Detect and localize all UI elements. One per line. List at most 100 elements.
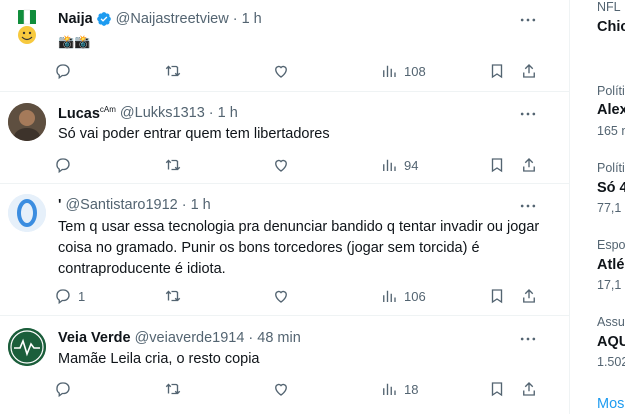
- heart-icon: [275, 65, 287, 78]
- trend-title[interactable]: Alex: [597, 102, 625, 118]
- tweet[interactable]: Naija @Naijastreetview · 1 h 📸📸 108: [0, 0, 570, 92]
- more-options-icon[interactable]: [518, 329, 538, 349]
- bookmark-button[interactable]: [488, 154, 506, 176]
- avatar[interactable]: [8, 194, 46, 232]
- trend-title[interactable]: AQU: [597, 334, 625, 350]
- like-button[interactable]: [272, 60, 290, 82]
- tweet-text: Só vai poder entrar quem tem libertadore…: [58, 126, 330, 142]
- trend-category: Políti: [597, 84, 625, 98]
- views-icon: [383, 290, 396, 302]
- share-button[interactable]: [520, 285, 538, 307]
- trend-post-count: 17,1: [597, 278, 622, 292]
- bookmark-button[interactable]: [488, 60, 506, 82]
- retweet-button[interactable]: [164, 60, 182, 82]
- author-handle[interactable]: @Naijastreetview: [116, 11, 229, 27]
- share-icon: [523, 64, 535, 78]
- bookmark-button[interactable]: [488, 285, 506, 307]
- reply-icon: [56, 158, 70, 174]
- show-more-link[interactable]: Mos: [597, 396, 624, 412]
- views-count: 108: [404, 63, 426, 79]
- author-handle[interactable]: @Lukks1313: [120, 105, 205, 121]
- share-icon: [523, 158, 535, 172]
- views-count: 106: [404, 288, 426, 304]
- bookmark-icon: [491, 289, 503, 304]
- retweet-icon: [165, 290, 181, 302]
- more-options-icon[interactable]: [518, 10, 538, 30]
- author-name[interactable]: Veia Verde: [58, 330, 131, 346]
- avatar[interactable]: [8, 328, 46, 366]
- author-handle[interactable]: @Santistaro1912: [65, 197, 177, 213]
- more-options-icon[interactable]: [518, 104, 538, 124]
- bookmark-icon: [491, 382, 503, 397]
- retweet-icon: [165, 65, 181, 77]
- bookmark-button[interactable]: [488, 378, 506, 400]
- reply-button[interactable]: [54, 154, 72, 176]
- bookmark-icon: [491, 64, 503, 79]
- trend-title[interactable]: Chic: [597, 19, 625, 35]
- author-name[interactable]: ': [58, 197, 61, 213]
- views-count: 94: [404, 157, 419, 173]
- trends-sidebar: NFL Chic Políti Alex 165 n Políti Só 4 7…: [583, 0, 625, 414]
- tweet-time[interactable]: 1 h: [242, 11, 262, 27]
- like-button[interactable]: [272, 285, 290, 307]
- tweet-text: Mamãe Leila cria, o resto copia: [58, 351, 260, 367]
- reply-icon: [56, 64, 70, 80]
- author-handle[interactable]: @veiaverde1914: [135, 330, 245, 346]
- tweet-text: 📸📸: [58, 34, 91, 49]
- share-icon: [523, 289, 535, 303]
- tweet-time[interactable]: 48 min: [257, 330, 301, 346]
- trend-title[interactable]: Só 4: [597, 180, 625, 196]
- timeline: Naija @Naijastreetview · 1 h 📸📸 108 Luca…: [0, 0, 570, 414]
- retweet-icon: [165, 383, 181, 395]
- like-button[interactable]: [272, 378, 290, 400]
- trend-post-count: 165 n: [597, 124, 625, 138]
- trend-category: Assu: [597, 315, 625, 329]
- retweet-button[interactable]: [164, 154, 182, 176]
- share-button[interactable]: [520, 154, 538, 176]
- author-name[interactable]: LucascAm: [58, 105, 116, 122]
- views-button[interactable]: 94: [380, 154, 418, 176]
- share-button[interactable]: [520, 378, 538, 400]
- reply-icon: [56, 289, 70, 305]
- heart-icon: [275, 159, 287, 172]
- views-button[interactable]: 18: [380, 378, 418, 400]
- tweet-time[interactable]: 1 h: [218, 105, 238, 121]
- views-button[interactable]: 108: [380, 60, 426, 82]
- views-icon: [383, 159, 396, 171]
- tweet[interactable]: ' @Santistaro1912 · 1 h Tem q usar essa …: [0, 184, 570, 316]
- tweet[interactable]: Veia Verde @veiaverde1914 · 48 min Mamãe…: [0, 316, 570, 414]
- heart-icon: [275, 290, 287, 303]
- reply-icon: [56, 382, 70, 398]
- trend-post-count: 77,1: [597, 201, 622, 215]
- author-name[interactable]: Naija: [58, 11, 93, 27]
- tweet-actions: 18: [54, 378, 544, 400]
- share-button[interactable]: [520, 60, 538, 82]
- tweet-actions: 108: [54, 60, 544, 82]
- reply-count: 1: [78, 288, 86, 304]
- views-button[interactable]: 106: [380, 285, 426, 307]
- tweet-actions: 94: [54, 154, 544, 176]
- trend-category: NFL: [597, 0, 621, 14]
- tweet[interactable]: LucascAm @Lukks1313 · 1 h Só vai poder e…: [0, 92, 570, 184]
- reply-button[interactable]: [54, 60, 72, 82]
- verified-badge-icon: [96, 12, 111, 26]
- trend-category: Espo: [597, 238, 625, 252]
- share-icon: [523, 382, 535, 396]
- like-button[interactable]: [272, 154, 290, 176]
- retweet-button[interactable]: [164, 285, 182, 307]
- views-icon: [383, 65, 396, 77]
- avatar[interactable]: [8, 8, 46, 46]
- avatar[interactable]: [8, 103, 46, 141]
- heart-icon: [275, 383, 287, 396]
- reply-button[interactable]: [54, 378, 72, 400]
- views-count: 18: [404, 381, 419, 397]
- bookmark-icon: [491, 158, 503, 173]
- views-icon: [383, 383, 396, 395]
- tweet-actions: 1 106: [54, 285, 544, 307]
- tweet-time[interactable]: 1 h: [191, 197, 211, 213]
- trend-title[interactable]: Atlé: [597, 257, 624, 273]
- retweet-button[interactable]: [164, 378, 182, 400]
- reply-button[interactable]: 1: [54, 285, 85, 307]
- more-options-icon[interactable]: [518, 196, 538, 216]
- retweet-icon: [165, 159, 181, 171]
